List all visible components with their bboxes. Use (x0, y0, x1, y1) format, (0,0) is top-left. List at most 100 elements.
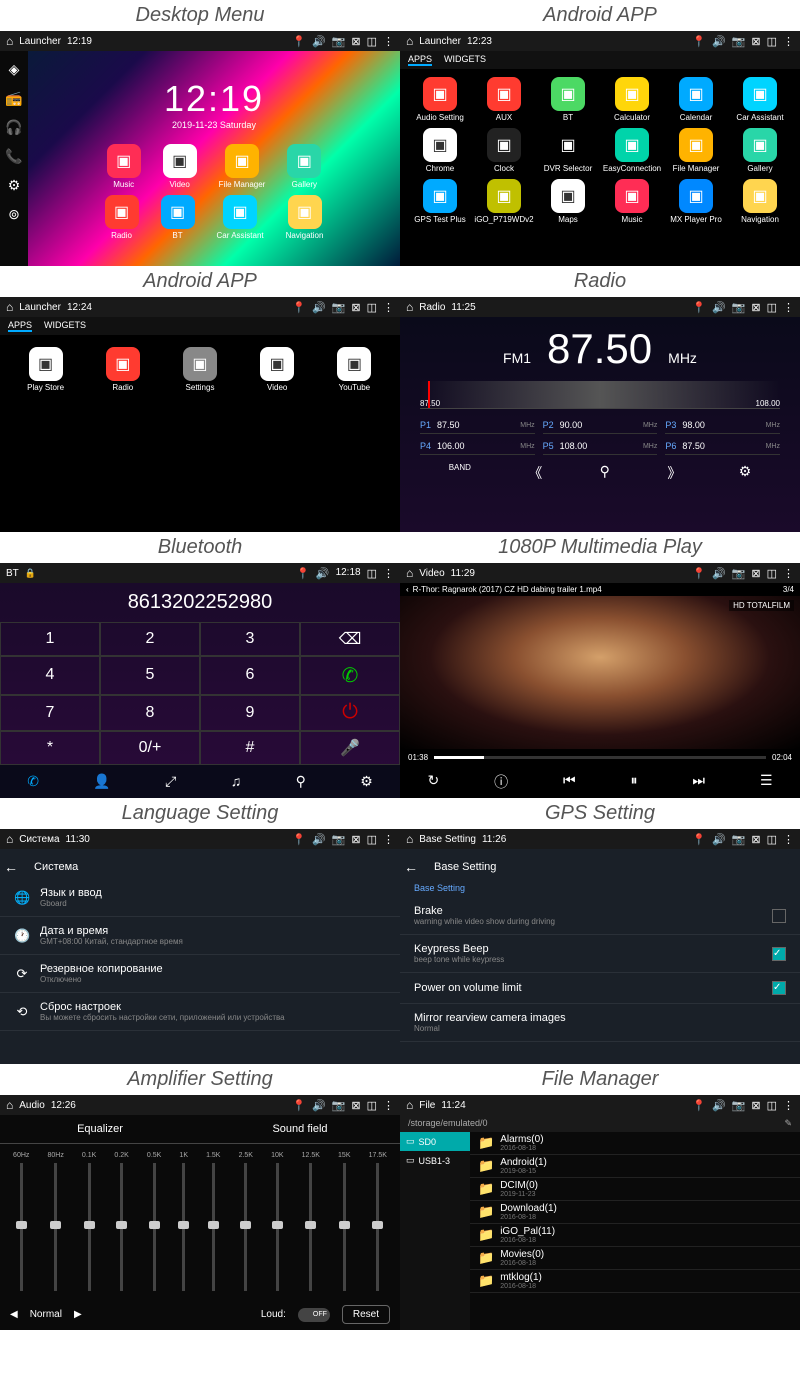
camera-icon[interactable]: 📷 (732, 1099, 746, 1112)
home-icon[interactable]: ⌂ (6, 1098, 13, 1112)
grid1-app[interactable]: ▣ Navigation (730, 179, 790, 224)
progress-bar[interactable] (434, 756, 766, 759)
info-icon[interactable]: ⓘ (494, 772, 508, 792)
grid1-app[interactable]: ▣ MX Player Pro (666, 179, 726, 224)
grid1-app[interactable]: ▣ Chrome (410, 128, 470, 173)
split-icon[interactable]: ◫ (367, 35, 377, 48)
edit-icon[interactable]: ✎ (784, 1118, 792, 1129)
split-icon[interactable]: ◫ (767, 1099, 777, 1112)
home-icon[interactable]: ⌂ (406, 34, 413, 48)
eq-slider[interactable] (309, 1163, 312, 1291)
search-icon[interactable]: ⚲ (600, 463, 610, 483)
file-item[interactable]: 📁 mtklog(1)2016-08-18 (470, 1270, 800, 1293)
volume-icon[interactable]: 🔊 (712, 567, 726, 580)
menu-icon[interactable]: ⋮ (383, 35, 394, 48)
tab-soundfield[interactable]: Sound field (200, 1115, 400, 1144)
volume-icon[interactable]: 🔊 (712, 301, 726, 314)
file-item[interactable]: 📁 iGO_Pal(11)2016-08-18 (470, 1224, 800, 1247)
prev-icon[interactable]: ⏮ (563, 772, 576, 792)
file-item[interactable]: 📁 Alarms(0)2016-08-18 (470, 1132, 800, 1155)
back-icon[interactable]: ← (0, 859, 22, 875)
close-icon[interactable]: ⊠ (751, 567, 760, 580)
desktop-app[interactable]: ▣ Video (163, 144, 197, 189)
home-icon[interactable]: ⌂ (406, 1098, 413, 1112)
keypad-key[interactable]: 1 (0, 622, 100, 656)
home-icon[interactable]: ⌂ (6, 34, 13, 48)
gear-icon[interactable]: ⚙ (8, 177, 21, 194)
grid2-app[interactable]: ▣ Radio (89, 347, 156, 392)
menu-icon[interactable]: ⋮ (383, 833, 394, 846)
eq-slider[interactable] (276, 1163, 279, 1291)
keypad-key[interactable]: 7 (0, 695, 100, 732)
radio-dial[interactable]: 87.50 108.00 (420, 381, 780, 409)
setting-item[interactable]: ⟳ Резервное копированиеОтключено (0, 955, 400, 993)
split-icon[interactable]: ◫ (367, 1099, 377, 1112)
setting-item[interactable]: Mirror rearview camera imagesNormal (400, 1004, 800, 1042)
menu-icon[interactable]: ⋮ (783, 833, 794, 846)
keypad-key[interactable]: 6 (200, 656, 300, 695)
menu-icon[interactable]: ⋮ (783, 301, 794, 314)
desktop-app[interactable]: ▣ File Manager (219, 144, 266, 189)
repeat-icon[interactable]: ↻ (427, 772, 439, 792)
desktop-app[interactable]: ▣ Car Assistant (217, 195, 264, 240)
grid1-app[interactable]: ▣ File Manager (666, 128, 726, 173)
keypad-key[interactable]: 3 (200, 622, 300, 656)
camera-icon[interactable]: 📷 (332, 833, 346, 846)
apps-icon[interactable]: ⊚ (8, 206, 20, 223)
file-item[interactable]: 📁 Android(1)2019-08-15 (470, 1155, 800, 1178)
storage-item[interactable]: ▭USB1-3 (400, 1151, 470, 1170)
desktop-app[interactable]: ▣ Radio (105, 195, 139, 240)
nav-icon[interactable]: ◈ (9, 61, 20, 78)
radio-preset[interactable]: P687.50MHz (665, 438, 780, 455)
grid2-app[interactable]: ▣ Video (244, 347, 311, 392)
keypad-key[interactable]: # (200, 731, 300, 765)
menu-icon[interactable]: ⋮ (383, 567, 394, 580)
file-item[interactable]: 📁 DCIM(0)2019-11-23 (470, 1178, 800, 1201)
camera-icon[interactable]: 📷 (732, 567, 746, 580)
tab-widgets[interactable]: WIDGETS (44, 320, 86, 332)
radio-preset[interactable]: P398.00MHz (665, 417, 780, 434)
split-icon[interactable]: ◫ (367, 833, 377, 846)
radio-preset[interactable]: P187.50MHz (420, 417, 535, 434)
eq-slider[interactable] (182, 1163, 185, 1291)
keypad-key[interactable]: 9 (200, 695, 300, 732)
close-icon[interactable]: ⊠ (351, 1099, 360, 1112)
camera-icon[interactable]: 📷 (332, 35, 346, 48)
camera-icon[interactable]: 📷 (732, 833, 746, 846)
keypad-key[interactable]: 0/+ (100, 731, 200, 765)
grid2-app[interactable]: ▣ Settings (166, 347, 233, 392)
dialer-icon[interactable]: ✆ (27, 773, 39, 790)
phone-icon[interactable]: 📞 (5, 148, 22, 165)
volume-icon[interactable]: 🔊 (712, 833, 726, 846)
grid1-app[interactable]: ▣ Car Assistant (730, 77, 790, 122)
desktop-app[interactable]: ▣ BT (161, 195, 195, 240)
grid1-app[interactable]: ▣ Calculator (602, 77, 662, 122)
split-icon[interactable]: ◫ (767, 301, 777, 314)
close-icon[interactable]: ⊠ (751, 35, 760, 48)
menu-icon[interactable]: ⋮ (783, 567, 794, 580)
band-button[interactable]: BAND (449, 463, 471, 483)
eq-slider[interactable] (20, 1163, 23, 1291)
grid1-app[interactable]: ▣ iGO_P719WDv2 (474, 179, 534, 224)
grid1-app[interactable]: ▣ BT (538, 77, 598, 122)
tab-equalizer[interactable]: Equalizer (0, 1115, 200, 1144)
volume-icon[interactable]: 🔊 (316, 567, 330, 580)
setting-item[interactable]: Power on volume limit ✓ (400, 973, 800, 1004)
split-icon[interactable]: ◫ (767, 567, 777, 580)
grid2-app[interactable]: ▣ YouTube (321, 347, 388, 392)
close-icon[interactable]: ⊠ (351, 833, 360, 846)
volume-icon[interactable]: 🔊 (312, 301, 326, 314)
setting-item[interactable]: 🕐 Дата и времяGMT+08:00 Китай, стандартн… (0, 917, 400, 955)
eq-slider[interactable] (88, 1163, 91, 1291)
split-icon[interactable]: ◫ (367, 567, 377, 580)
tab-apps[interactable]: APPS (8, 320, 32, 332)
grid2-app[interactable]: ▣ Play Store (12, 347, 79, 392)
grid1-app[interactable]: ▣ AUX (474, 77, 534, 122)
file-item[interactable]: 📁 Download(1)2016-08-18 (470, 1201, 800, 1224)
keypad-key[interactable]: 4 (0, 656, 100, 695)
split-icon[interactable]: ◫ (367, 301, 377, 314)
camera-icon[interactable]: 📷 (332, 1099, 346, 1112)
eq-slider[interactable] (244, 1163, 247, 1291)
keypad-key[interactable]: * (0, 731, 100, 765)
eq-slider[interactable] (212, 1163, 215, 1291)
